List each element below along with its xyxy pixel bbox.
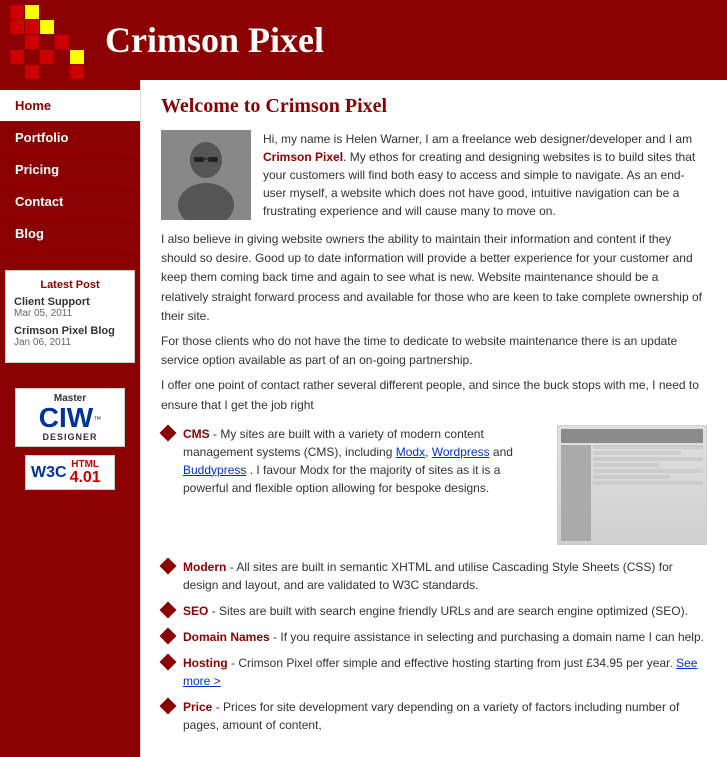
sidebar-item-blog[interactable]: Blog — [0, 218, 140, 250]
page-title: Welcome to Crimson Pixel — [161, 95, 707, 118]
feature-text-modern: Modern - All sites are built in semantic… — [183, 558, 707, 594]
thumb-line5 — [593, 469, 703, 473]
feature-label-seo: SEO — [183, 604, 208, 618]
feature-hosting: Hosting - Crimson Pixel offer simple and… — [161, 654, 707, 690]
feature-seo: SEO - Sites are built with search engine… — [161, 602, 707, 620]
thumb-line4 — [593, 463, 659, 467]
bullet-hosting — [161, 655, 175, 669]
post-date-2: Jan 06, 2011 — [14, 337, 126, 348]
nav-menu: Home Portfolio Pricing Contact Blog — [0, 80, 140, 250]
header: Crimson Pixel — [0, 0, 727, 80]
sidebar-item-contact[interactable]: Contact — [0, 186, 140, 218]
bullet-seo — [161, 603, 175, 617]
feature-text-hosting: Hosting - Crimson Pixel offer simple and… — [183, 654, 707, 690]
screenshot-thumb — [557, 425, 707, 545]
ciw-designer-text: DESIGNER — [22, 432, 118, 442]
latest-post-heading: Latest Post — [14, 279, 126, 291]
site-title: Crimson Pixel — [105, 19, 324, 61]
bullet-price — [161, 699, 175, 713]
body-text: I also believe in giving website owners … — [161, 230, 707, 415]
sidebar-badges: Master CIW™ DESIGNER W3C HTML 4.01 — [0, 383, 140, 495]
feature-label-modern: Modern — [183, 560, 226, 574]
main-content: Welcome to Crimson Pixel — [140, 80, 727, 757]
wordpress-link[interactable]: Wordpress — [432, 445, 490, 459]
post-title-2[interactable]: Crimson Pixel Blog — [14, 325, 126, 337]
thumb-line3 — [593, 457, 703, 461]
feature-desc-modern: - All sites are built in semantic XHTML … — [183, 560, 673, 592]
feature-text-domain: Domain Names - If you require assistance… — [183, 628, 707, 646]
ciw-tm: ™ — [93, 415, 101, 424]
thumb-content — [561, 445, 703, 541]
w3c-text: W3C — [31, 464, 67, 482]
thumb-line7 — [593, 481, 703, 485]
feature-label-domain: Domain Names — [183, 630, 270, 644]
post-title-1[interactable]: Client Support — [14, 296, 126, 308]
html-badge: HTML 4.01 — [70, 459, 101, 486]
bullet-modern — [161, 559, 175, 573]
thumb-main — [593, 445, 703, 541]
photo-placeholder — [161, 130, 251, 220]
post-date-1: Mar 05, 2011 — [14, 308, 126, 319]
thumb-line1 — [593, 445, 703, 449]
thumb-line2 — [593, 451, 681, 455]
sidebar-item-portfolio[interactable]: Portfolio — [0, 122, 140, 154]
intro-section: Hi, my name is Helen Warner, I am a free… — [161, 130, 707, 220]
feature-label-hosting: Hosting — [183, 656, 228, 670]
feature-text-price: Price - Prices for site development vary… — [183, 698, 707, 734]
feature-domain: Domain Names - If you require assistance… — [161, 628, 707, 646]
feature-text-seo: SEO - Sites are built with search engine… — [183, 602, 707, 620]
feature-label-price: Price — [183, 700, 212, 714]
photo-svg — [161, 130, 251, 220]
thumb-line6 — [593, 475, 670, 479]
thumb-sidebar — [561, 445, 591, 541]
post-entry-2: Crimson Pixel Blog Jan 06, 2011 — [14, 325, 126, 348]
feature-desc-seo: - Sites are built with search engine fri… — [212, 604, 688, 618]
bullet-domain — [161, 629, 175, 643]
ciw-badge: Master CIW™ DESIGNER — [15, 388, 125, 447]
feature-label-cms: CMS — [183, 427, 210, 441]
logo-mosaic — [10, 5, 90, 75]
thumb-inner — [558, 426, 706, 544]
html-version: 4.01 — [70, 470, 101, 486]
feature-desc-hosting: - Crimson Pixel offer simple and effecti… — [231, 656, 676, 670]
feature-price: Price - Prices for site development vary… — [161, 698, 707, 734]
buddypress-link[interactable]: Buddypress — [183, 463, 246, 477]
feature-cms: CMS - My sites are built with a variety … — [161, 425, 707, 550]
modx-link[interactable]: Modx — [396, 445, 425, 459]
para4: I offer one point of contact rather seve… — [161, 376, 707, 414]
ciw-letters: CIW — [39, 402, 93, 433]
para2: I also believe in giving website owners … — [161, 230, 707, 326]
sidebar-item-pricing[interactable]: Pricing — [0, 154, 140, 186]
w3c-badge: W3C HTML 4.01 — [25, 455, 115, 490]
thumb-header — [561, 429, 703, 443]
latest-post-box: Latest Post Client Support Mar 05, 2011 … — [5, 270, 135, 363]
sidebar: Home Portfolio Pricing Contact Blog Late… — [0, 80, 140, 757]
post-entry-1: Client Support Mar 05, 2011 — [14, 296, 126, 319]
content-area: Home Portfolio Pricing Contact Blog Late… — [0, 80, 727, 757]
bullet-cms — [161, 426, 175, 440]
crimson-pixel-link[interactable]: Crimson Pixel — [263, 150, 343, 164]
feature-modern: Modern - All sites are built in semantic… — [161, 558, 707, 594]
feature-desc-domain: - If you require assistance in selecting… — [273, 630, 704, 644]
profile-photo — [161, 130, 251, 220]
feature-text-cms: CMS - My sites are built with a variety … — [183, 425, 539, 497]
para3: For those clients who do not have the ti… — [161, 332, 707, 370]
sidebar-item-home[interactable]: Home — [0, 90, 140, 122]
features-list: CMS - My sites are built with a variety … — [161, 425, 707, 734]
intro-text: Hi, my name is Helen Warner, I am a free… — [263, 130, 707, 220]
feature-desc-price: - Prices for site development vary depen… — [183, 700, 679, 732]
